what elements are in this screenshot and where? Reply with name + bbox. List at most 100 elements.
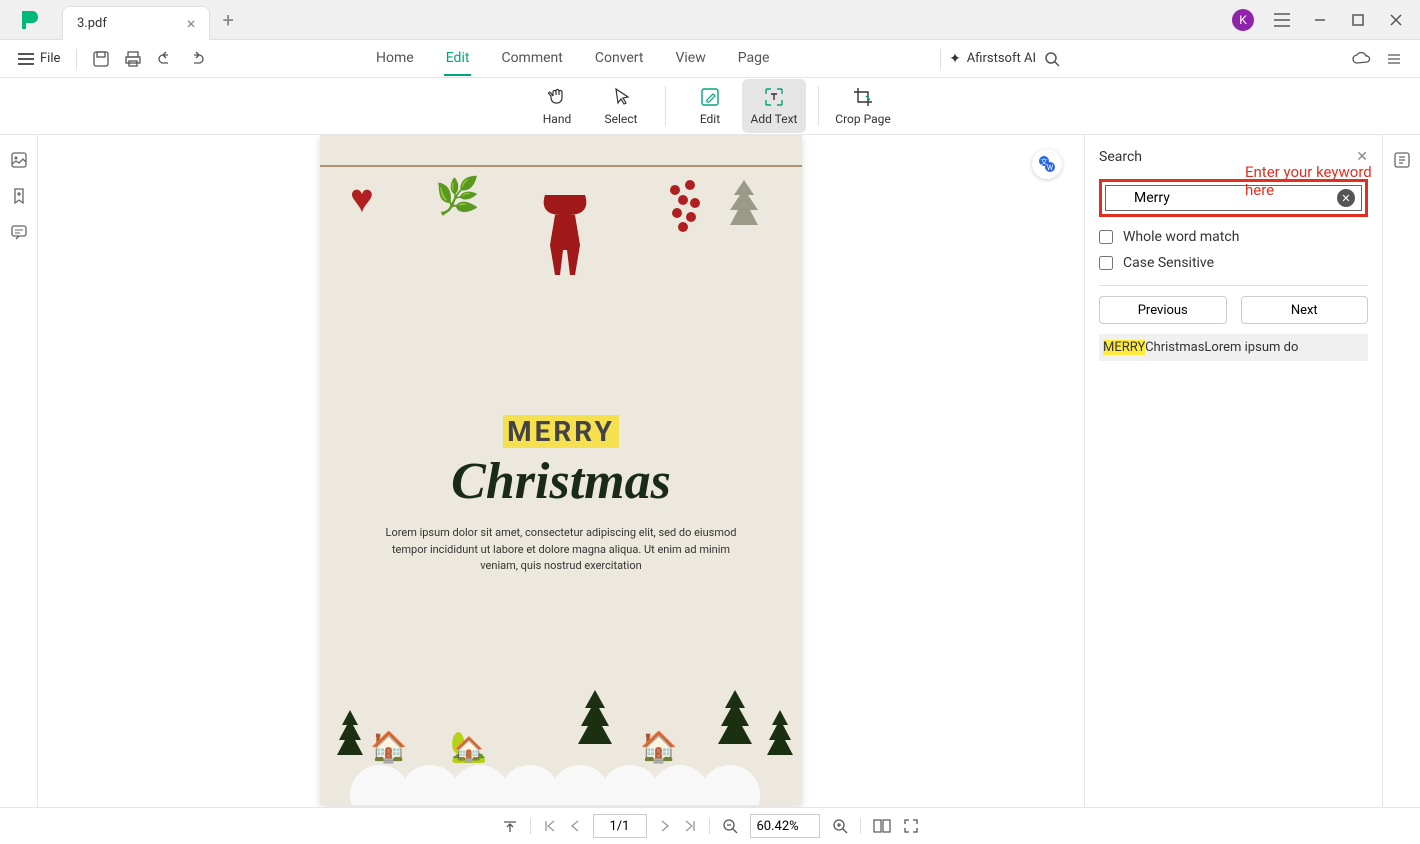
house-icon: 🏠 <box>370 730 407 765</box>
menubar: File Home Edit Comment Convert View Page… <box>0 40 1420 78</box>
house-icon: 🏠 <box>640 730 677 765</box>
crop-page-tool[interactable]: Crop Page <box>831 79 895 133</box>
divider <box>818 86 819 126</box>
pine-tree-icon <box>570 685 620 775</box>
hand-icon <box>546 86 568 108</box>
berries-ornament-icon <box>665 175 705 255</box>
file-label: File <box>40 51 60 66</box>
redo-icon[interactable] <box>183 45 211 73</box>
panel-toggle-icon[interactable] <box>1380 45 1408 73</box>
minimize-button[interactable] <box>1304 6 1336 34</box>
new-tab-button[interactable]: + <box>222 8 233 32</box>
scroll-to-top-icon[interactable] <box>502 818 518 834</box>
result-match: MERRY <box>1103 340 1145 355</box>
thumbnails-icon[interactable] <box>8 149 30 171</box>
search-options: Whole word match Case Sensitive <box>1099 229 1368 271</box>
branch-ornament-icon: 🌿 <box>435 175 480 217</box>
close-window-button[interactable] <box>1380 6 1412 34</box>
merry-text: MERRY <box>503 415 619 448</box>
menu-convert[interactable]: Convert <box>593 42 646 76</box>
whole-word-input[interactable] <box>1099 230 1113 244</box>
previous-button[interactable]: Previous <box>1099 296 1227 324</box>
case-sensitive-input[interactable] <box>1099 256 1113 270</box>
fit-width-icon[interactable] <box>873 819 891 833</box>
translate-button[interactable]: 文W <box>1032 149 1062 179</box>
add-text-tool[interactable]: Add Text <box>742 79 806 133</box>
divider <box>1099 285 1368 286</box>
select-label: Select <box>605 112 638 126</box>
select-tool[interactable]: Select <box>589 79 653 133</box>
divider <box>76 49 77 69</box>
add-text-label: Add Text <box>751 112 798 126</box>
edit-tool[interactable]: Edit <box>678 79 742 133</box>
next-button[interactable]: Next <box>1241 296 1369 324</box>
heart-ornament-icon: ♥ <box>350 175 374 222</box>
page-input[interactable] <box>593 814 647 838</box>
document-heading: MERRY Christmas <box>320 415 802 511</box>
file-menu[interactable]: File <box>10 51 68 66</box>
house-icon: 🏡 <box>450 730 487 765</box>
menu-comment[interactable]: Comment <box>499 42 564 76</box>
close-tab-icon[interactable]: × <box>187 14 196 33</box>
zoom-out-icon[interactable] <box>722 818 738 834</box>
edit-toolbar: Hand Select Edit Add Text Crop Page <box>0 78 1420 135</box>
cloud-icon[interactable] <box>1348 45 1376 73</box>
print-icon[interactable] <box>119 45 147 73</box>
right-rail <box>1382 135 1420 807</box>
result-context: ChristmasLorem ipsum do <box>1145 340 1298 355</box>
search-nav: Previous Next <box>1099 296 1368 324</box>
add-text-icon <box>763 86 785 108</box>
christmas-text: Christmas <box>320 452 802 511</box>
maximize-button[interactable] <box>1342 6 1374 34</box>
annotation-text: Enter your keyword here <box>1245 163 1395 199</box>
fullscreen-icon[interactable] <box>903 818 919 834</box>
search-icon[interactable] <box>1038 45 1066 73</box>
left-nav <box>0 135 38 807</box>
whole-word-label: Whole word match <box>1123 229 1239 245</box>
document-page[interactable]: ♥ 🌿 MERRY Christmas Lorem ipsum dolor si… <box>320 135 802 805</box>
divider <box>665 86 666 126</box>
tab-title: 3.pdf <box>77 16 107 31</box>
last-page-icon[interactable] <box>683 819 697 833</box>
case-sensitive-checkbox[interactable]: Case Sensitive <box>1099 255 1368 271</box>
prev-page-icon[interactable] <box>569 819 581 833</box>
pine-tree-icon <box>710 685 760 775</box>
menu-page[interactable]: Page <box>736 42 772 76</box>
pine-tree-icon <box>760 705 800 775</box>
bookmark-add-icon[interactable] <box>8 185 30 207</box>
whole-word-checkbox[interactable]: Whole word match <box>1099 229 1368 245</box>
zoom-input[interactable] <box>750 814 820 838</box>
svg-text:W: W <box>1047 164 1054 172</box>
ai-button[interactable]: ✦ Afirstsoft AI <box>949 51 1036 67</box>
main-area: ♥ 🌿 MERRY Christmas Lorem ipsum dolor si… <box>0 135 1420 807</box>
document-tab[interactable]: 3.pdf × <box>62 6 210 40</box>
document-footer-scene: 🏠 🏡 🏠 <box>320 655 802 805</box>
menu-home[interactable]: Home <box>374 42 416 76</box>
search-result-row[interactable]: MERRYChristmasLorem ipsum do <box>1099 334 1368 361</box>
divider <box>530 818 531 834</box>
crop-icon <box>852 86 874 108</box>
document-body: Lorem ipsum dolor sit amet, consectetur … <box>320 511 802 589</box>
save-icon[interactable] <box>87 45 115 73</box>
menu-tabs: Home Edit Comment Convert View Page <box>213 42 932 76</box>
edit-icon <box>699 86 721 108</box>
undo-icon[interactable] <box>151 45 179 73</box>
deer-ornament-icon <box>515 185 615 315</box>
next-page-icon[interactable] <box>659 819 671 833</box>
edit-label: Edit <box>700 112 720 126</box>
hand-tool[interactable]: Hand <box>525 79 589 133</box>
menu-edit[interactable]: Edit <box>444 42 472 76</box>
first-page-icon[interactable] <box>543 819 557 833</box>
zoom-in-icon[interactable] <box>832 818 848 834</box>
menu-view[interactable]: View <box>673 42 707 76</box>
document-decorations: ♥ 🌿 <box>320 135 802 385</box>
cursor-icon <box>610 86 632 108</box>
titlebar: 3.pdf × + K <box>0 0 1420 40</box>
user-avatar[interactable]: K <box>1232 9 1254 31</box>
case-sensitive-label: Case Sensitive <box>1123 255 1214 271</box>
app-menu-icon[interactable] <box>1266 6 1298 34</box>
comments-icon[interactable] <box>8 221 30 243</box>
canvas-area[interactable]: ♥ 🌿 MERRY Christmas Lorem ipsum dolor si… <box>38 135 1084 807</box>
divider <box>709 818 710 834</box>
ai-label: Afirstsoft AI <box>967 51 1036 66</box>
